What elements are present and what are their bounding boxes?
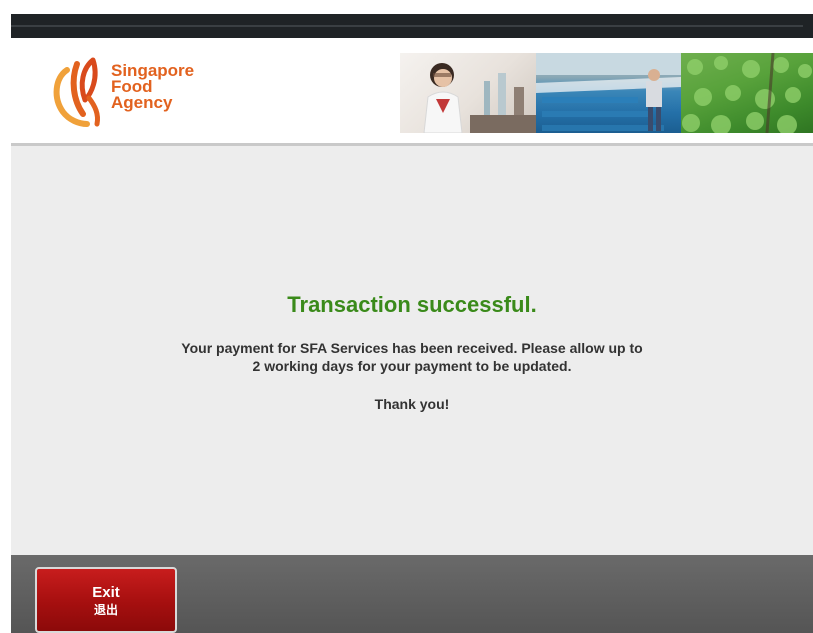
vegetable-farm-photo <box>681 53 813 133</box>
page-header: Singapore Food Agency <box>11 38 813 146</box>
kiosk-screen: Singapore Food Agency Transaction succes… <box>0 0 813 633</box>
thank-you-text: Thank you! <box>374 396 450 412</box>
sfa-leaf-icon <box>53 57 100 127</box>
bezel-line <box>11 25 803 27</box>
lab-scientist-photo <box>400 53 536 133</box>
header-banner <box>400 53 813 133</box>
main-content: Transaction successful. Your payment for… <box>11 146 813 555</box>
payment-message-line2: 2 working days for your payment to be up… <box>252 358 572 374</box>
screen-edge <box>0 0 10 633</box>
payment-message-line1: Your payment for SFA Services has been r… <box>181 340 643 356</box>
payment-message: Your payment for SFA Services has been r… <box>131 339 693 375</box>
fish-farm-photo <box>536 53 681 133</box>
page-footer: Exit 退出 <box>11 555 813 633</box>
top-bezel <box>11 14 813 38</box>
logo-line-agency: Agency <box>111 93 173 112</box>
exit-button-chinese-label: 退出 <box>93 603 118 617</box>
exit-button[interactable]: Exit 退出 <box>35 567 177 633</box>
sfa-logo: Singapore Food Agency <box>49 54 229 130</box>
logo-wordmark: Singapore Food Agency <box>111 62 194 112</box>
success-title: Transaction successful. <box>287 292 537 317</box>
exit-button-label: Exit <box>92 584 120 601</box>
